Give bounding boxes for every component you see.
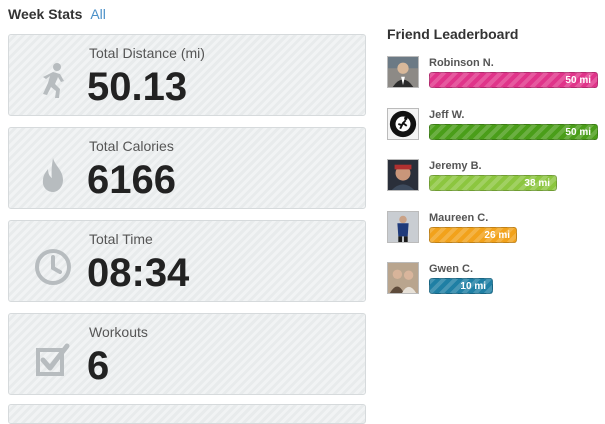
stat-value: 50.13 xyxy=(87,65,188,109)
stat-label: Total Calories xyxy=(89,138,174,154)
leaderboard-row[interactable]: Jeff W. 50 mi xyxy=(387,108,598,142)
distance-bar-label: 50 mi xyxy=(565,127,591,138)
stat-label: Total Distance (mi) xyxy=(89,45,205,61)
stat-label: Workouts xyxy=(89,324,148,340)
stat-card-time: Total Time 08:34 xyxy=(8,220,366,302)
friend-avatar[interactable] xyxy=(387,56,419,88)
week-stats-title: Week Stats xyxy=(8,6,83,22)
distance-bar-label: 10 mi xyxy=(460,281,486,292)
friend-name[interactable]: Maureen C. xyxy=(429,212,488,224)
friend-name[interactable]: Jeremy B. xyxy=(429,160,482,172)
distance-bar-track: 10 mi xyxy=(429,278,598,294)
distance-bar: 50 mi xyxy=(429,72,598,88)
distance-bar: 10 mi xyxy=(429,278,493,294)
leaderboard-row[interactable]: Jeremy B. 38 mi xyxy=(387,159,597,193)
friend-name[interactable]: Robinson N. xyxy=(429,57,494,69)
stat-value: 6 xyxy=(87,344,110,388)
stat-label: Total Time xyxy=(89,231,153,247)
week-stats-header: Week Stats All xyxy=(8,6,106,22)
distance-bar: 26 mi xyxy=(429,227,517,243)
distance-bar-track: 26 mi xyxy=(429,227,598,243)
stat-card-workouts: Workouts 6 xyxy=(8,313,366,395)
friend-name[interactable]: Jeff W. xyxy=(429,109,464,121)
stat-card-distance: Total Distance (mi) 50.13 xyxy=(8,34,366,116)
leaderboard-row[interactable]: Maureen C. 26 mi xyxy=(387,211,597,245)
leaderboard-title: Friend Leaderboard xyxy=(387,26,519,42)
stat-card-partial xyxy=(8,404,366,424)
distance-bar: 50 mi xyxy=(429,124,598,140)
distance-bar: 38 mi xyxy=(429,175,557,191)
clock-icon xyxy=(35,249,71,285)
distance-bar-track: 50 mi xyxy=(429,124,598,140)
distance-bar-track: 50 mi xyxy=(429,72,598,88)
all-link[interactable]: All xyxy=(90,6,106,22)
checkbox-icon xyxy=(36,343,70,376)
friend-avatar[interactable] xyxy=(387,159,419,191)
friend-name[interactable]: Gwen C. xyxy=(429,263,473,275)
leaderboard-row[interactable]: Robinson N. 50 mi xyxy=(387,56,598,90)
stat-card-calories: Total Calories 6166 xyxy=(8,127,366,209)
friend-avatar[interactable] xyxy=(387,211,419,243)
friend-avatar[interactable] xyxy=(387,108,419,140)
friend-avatar[interactable] xyxy=(387,262,419,294)
distance-bar-label: 26 mi xyxy=(484,230,510,241)
stat-value: 08:34 xyxy=(87,251,190,295)
stat-value: 6166 xyxy=(87,158,176,202)
distance-bar-label: 50 mi xyxy=(565,75,591,86)
leaderboard-row[interactable]: Gwen C. 10 mi xyxy=(387,262,597,296)
runner-icon xyxy=(43,63,64,98)
distance-bar-label: 38 mi xyxy=(524,178,550,189)
flame-icon xyxy=(42,158,63,192)
distance-bar-track: 38 mi xyxy=(429,175,598,191)
